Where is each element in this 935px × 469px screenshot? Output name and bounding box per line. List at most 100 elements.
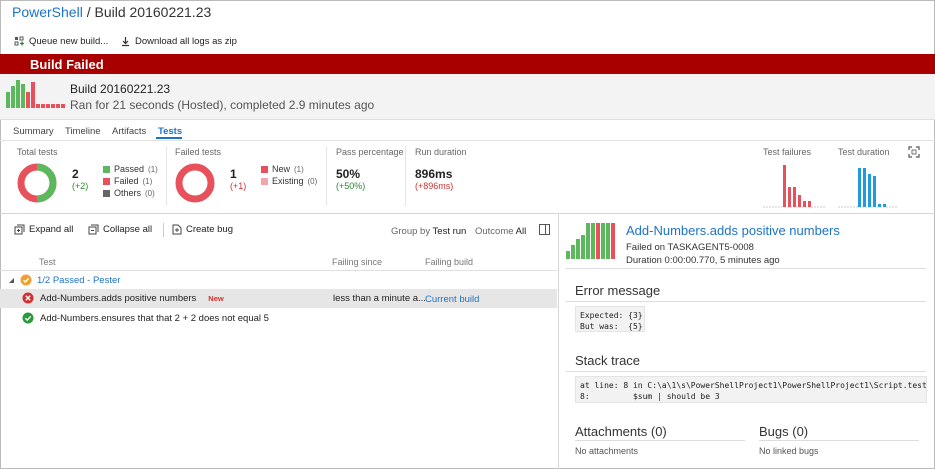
- run-duration-label: Run duration: [415, 147, 467, 157]
- stack-trace-heading: Stack trace: [575, 353, 641, 368]
- toolbar-divider: [163, 223, 164, 237]
- test-duration-info: Duration 0:00:00.770, 5 minutes ago: [626, 255, 780, 266]
- queue-new-build-button[interactable]: Queue new build...: [14, 36, 108, 47]
- fullscreen-icon[interactable]: [908, 146, 920, 158]
- expand-all-button[interactable]: Expand all: [14, 224, 73, 235]
- legend-swatch: [261, 165, 268, 173]
- attachments-heading: Attachments (0): [575, 424, 667, 439]
- stat-divider: [326, 146, 327, 206]
- test-name: Add-Numbers.adds positive numbers: [40, 292, 197, 304]
- test-failures-trend-label: Test failures: [763, 147, 812, 157]
- test-detail-title: Add-Numbers.adds positive numbers: [626, 223, 840, 238]
- test-duration-trend-chart[interactable]: [838, 160, 898, 210]
- legend-label: Passed: [114, 164, 145, 174]
- legend-passed: Passed (1): [103, 164, 158, 174]
- stat-divider: [166, 146, 167, 206]
- total-tests-value: 2: [72, 167, 79, 181]
- run-duration-delta: (+896ms): [415, 181, 454, 191]
- warning-icon: [20, 274, 32, 286]
- run-duration-value: 896ms: [415, 167, 453, 181]
- failed-tests-label: Failed tests: [175, 147, 222, 157]
- detail-divider: [566, 301, 926, 302]
- legend-label: New: [272, 164, 291, 174]
- legend-count: (0): [145, 188, 155, 198]
- build-summary-band: [0, 74, 935, 120]
- legend-count: (0): [307, 176, 318, 186]
- tabs-divider: [0, 140, 935, 141]
- stats-divider: [0, 213, 935, 214]
- group-by-value: Test run: [432, 226, 467, 237]
- legend-new: New (1): [261, 164, 304, 174]
- pass-percentage-value: 50%: [336, 167, 361, 181]
- test-failures-trend-chart[interactable]: [763, 160, 825, 210]
- legend-swatch: [103, 177, 110, 185]
- test-name: Add-Numbers.ensures that that 2 + 2 does…: [40, 312, 269, 324]
- legend-swatch: [103, 165, 110, 173]
- queue-new-build-label: Queue new build...: [29, 36, 109, 47]
- attachments-divider: [575, 440, 745, 441]
- test-duration-trend-label: Test duration: [838, 147, 890, 157]
- outcome-value: All: [515, 226, 527, 237]
- collapse-all-label: Collapse all: [103, 224, 153, 235]
- bugs-heading: Bugs (0): [759, 424, 809, 439]
- total-tests-delta: (+2): [72, 181, 89, 191]
- tab-timeline[interactable]: Timeline: [65, 126, 101, 137]
- failing-build-link[interactable]: Current build: [425, 294, 479, 305]
- build-toolbar: Queue new build... Download all logs as …: [0, 32, 935, 54]
- failing-since-cell: less than a minute a...: [333, 293, 426, 304]
- stat-divider: [405, 146, 406, 206]
- build-status-banner: Build Failed: [0, 54, 935, 74]
- project-link[interactable]: PowerShell: [12, 4, 83, 20]
- download-logs-button[interactable]: Download all logs as zip: [120, 36, 237, 47]
- group-by-label: Group by: [391, 226, 431, 237]
- legend-label: Failed: [114, 176, 139, 186]
- legend-failed: Failed (1): [103, 176, 152, 186]
- download-icon: [122, 37, 129, 47]
- failed-on-agent: Failed on TASKAGENT5-0008: [626, 242, 754, 253]
- tab-tests[interactable]: Tests: [158, 126, 182, 137]
- expand-all-label: Expand all: [29, 224, 74, 235]
- outcome-label: Outcome: [475, 226, 514, 237]
- failed-tests-value: 1: [230, 167, 237, 181]
- collapse-all-button[interactable]: Collapse all: [88, 224, 152, 235]
- detail-divider: [566, 371, 926, 372]
- create-bug-label: Create bug: [186, 224, 234, 235]
- pane-splitter[interactable]: [558, 214, 559, 469]
- attachments-empty-text: No attachments: [575, 446, 639, 456]
- legend-label: Existing: [272, 176, 304, 186]
- queue-build-icon: [14, 36, 24, 46]
- pass-percentage-delta: (+50%): [336, 181, 366, 191]
- expand-all-icon: [14, 224, 25, 235]
- error-message-text: Expected: {3} But was: {5}: [575, 306, 645, 332]
- page-title: Build 20160221.23: [94, 4, 212, 20]
- breadcrumb-separator: /: [86, 4, 91, 20]
- column-header-failing-build[interactable]: Failing build: [425, 257, 473, 267]
- test-group-row[interactable]: 1/2 Passed - Pester: [8, 274, 120, 286]
- legend-count: (1): [294, 164, 304, 174]
- failed-tests-donut: [175, 163, 215, 203]
- column-header-failing-since[interactable]: Failing since: [332, 257, 382, 267]
- legend-count: (1): [148, 164, 158, 174]
- create-bug-button[interactable]: Create bug: [172, 224, 233, 235]
- table-row[interactable]: Add-Numbers.adds positive numbers New: [22, 292, 224, 304]
- pass-percentage-label: Pass percentage: [336, 147, 404, 157]
- tab-artifacts[interactable]: Artifacts: [112, 126, 146, 137]
- group-by-selector[interactable]: Group by Test run: [391, 226, 466, 237]
- collapse-chevron-icon: [9, 277, 14, 283]
- column-header-test[interactable]: Test: [39, 257, 56, 267]
- bugs-divider: [759, 440, 919, 441]
- bugs-empty-text: No linked bugs: [759, 446, 819, 456]
- table-row[interactable]: Add-Numbers.ensures that that 2 + 2 does…: [22, 312, 269, 324]
- stack-trace-text: at line: 8 in C:\a\1\s\PowerShellProject…: [575, 376, 927, 403]
- test-group-label: 1/2 Passed - Pester: [37, 274, 121, 286]
- failed-icon: [22, 292, 34, 304]
- outcome-selector[interactable]: Outcome All: [475, 226, 526, 237]
- test-history-chart: [566, 223, 615, 259]
- download-logs-label: Download all logs as zip: [135, 36, 237, 47]
- detail-panel-toggle-icon[interactable]: [539, 224, 550, 235]
- tab-summary[interactable]: Summary: [13, 126, 54, 137]
- detail-divider: [566, 268, 926, 269]
- collapse-all-icon: [88, 224, 99, 235]
- legend-others: Others (0): [103, 188, 155, 198]
- new-failure-badge: New: [208, 293, 224, 303]
